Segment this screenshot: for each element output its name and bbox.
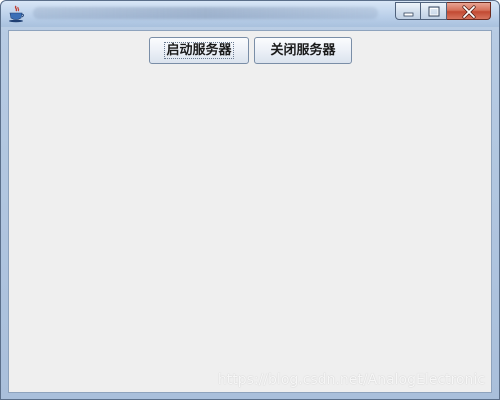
close-button[interactable] [447,2,491,20]
title-bar[interactable] [1,1,499,27]
stop-server-label: 关闭服务器 [270,43,336,58]
window-title-obscured [33,7,378,19]
start-server-label: 启动服务器 [164,42,234,59]
java-cup-icon [9,5,24,23]
minimize-icon [403,12,414,17]
maximize-button[interactable] [421,2,447,20]
minimize-button[interactable] [395,2,421,20]
app-window: 启动服务器 关闭服务器 https://blog.csdn.net/Analog… [0,0,500,400]
content-panel: 启动服务器 关闭服务器 https://blog.csdn.net/Analog… [8,30,492,393]
caption-buttons [395,2,491,21]
stop-server-button[interactable]: 关闭服务器 [254,37,352,64]
close-icon [462,5,476,19]
watermark-text: https://blog.csdn.net/AnalogElectronic [217,372,485,388]
start-server-button[interactable]: 启动服务器 [149,37,249,64]
maximize-icon [428,6,440,17]
